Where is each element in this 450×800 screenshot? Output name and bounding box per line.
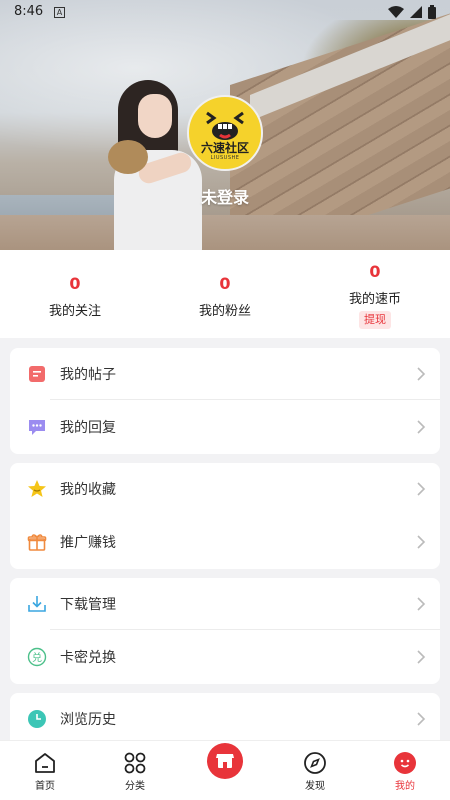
avatar-brand-text: 六速社区	[200, 141, 249, 155]
tab-label: 首页	[35, 781, 55, 792]
tab-home[interactable]: 首页	[0, 741, 90, 800]
menu-item-label: 我的回复	[60, 420, 116, 436]
menu-item-label: 我的收藏	[60, 482, 116, 498]
status-bar: 8:46 A	[0, 0, 450, 24]
battery-icon	[428, 5, 436, 19]
tab-mine[interactable]: 我的	[360, 741, 450, 800]
stat-fans-label: 我的粉丝	[198, 304, 251, 319]
menu-card-favorites: 我的收藏 推广赚钱	[10, 463, 440, 569]
status-time: 8:46	[14, 4, 44, 19]
chevron-right-icon	[417, 367, 426, 381]
stat-fans[interactable]: 0 我的粉丝	[150, 250, 300, 338]
chevron-right-icon	[417, 597, 426, 611]
avatar-brand-subtext: LIUSUSHE	[210, 155, 240, 161]
tab-label: 我的	[395, 781, 415, 792]
chevron-right-icon	[417, 712, 426, 726]
compass-icon	[304, 752, 326, 774]
chevron-right-icon	[417, 420, 426, 434]
menu-item-promote-earn[interactable]: 推广赚钱	[10, 516, 440, 568]
stat-fans-value: 0	[219, 274, 231, 293]
gift-icon	[27, 534, 47, 551]
withdraw-button[interactable]: 提现	[359, 311, 391, 329]
stat-following-value: 0	[69, 274, 81, 293]
menu-item-my-replies[interactable]: 我的回复	[10, 401, 440, 453]
menu-card-downloads: 下载管理 兑 卡密兑换	[10, 578, 440, 684]
notification-icon: A	[54, 7, 65, 18]
login-link[interactable]: 未登录	[0, 184, 450, 208]
download-icon	[28, 596, 46, 612]
tab-category[interactable]: 分类	[90, 741, 180, 800]
menu-item-favorites[interactable]: 我的收藏	[10, 463, 440, 515]
center-store-button[interactable]	[207, 743, 243, 779]
tab-discover[interactable]: 发现	[270, 741, 360, 800]
menu-item-label: 推广赚钱	[60, 535, 116, 551]
svg-text:兑: 兑	[32, 651, 42, 664]
menu-item-downloads[interactable]: 下载管理	[10, 578, 440, 630]
stat-following-label: 我的关注	[48, 304, 101, 319]
tab-label: 发现	[305, 781, 325, 792]
profile-icon	[394, 752, 416, 774]
menu-item-label: 卡密兑换	[60, 650, 116, 666]
status-icons	[388, 5, 436, 19]
menu-item-browse-history[interactable]: 浏览历史	[10, 693, 440, 745]
star-icon	[28, 480, 46, 497]
signal-icon	[410, 6, 422, 18]
menu-item-label: 我的帖子	[60, 367, 116, 383]
reply-icon	[29, 420, 45, 435]
grid-icon	[124, 752, 146, 774]
post-icon	[29, 366, 45, 382]
home-icon	[35, 753, 55, 773]
redeem-icon: 兑	[27, 647, 47, 667]
stat-following[interactable]: 0 我的关注	[0, 250, 150, 338]
avatar[interactable]: 六速社区 LIUSUSHE	[187, 95, 263, 171]
menu-item-my-posts[interactable]: 我的帖子	[10, 348, 440, 400]
chevron-right-icon	[417, 535, 426, 549]
chevron-right-icon	[417, 650, 426, 664]
stat-coins-label: 我的速币	[348, 292, 401, 307]
tab-label: 分类	[125, 781, 145, 792]
hero-ground	[0, 215, 450, 250]
menu-item-redeem-code[interactable]: 兑 卡密兑换	[10, 631, 440, 683]
divider	[50, 399, 440, 400]
clock-icon	[28, 710, 46, 728]
store-icon	[216, 754, 234, 768]
chevron-right-icon	[417, 482, 426, 496]
menu-card-posts: 我的帖子 我的回复	[10, 348, 440, 454]
stat-coins-value: 0	[369, 262, 381, 281]
menu-item-label: 浏览历史	[60, 712, 116, 728]
menu-item-label: 下载管理	[60, 597, 116, 613]
wifi-icon	[388, 6, 404, 18]
divider	[50, 629, 440, 630]
